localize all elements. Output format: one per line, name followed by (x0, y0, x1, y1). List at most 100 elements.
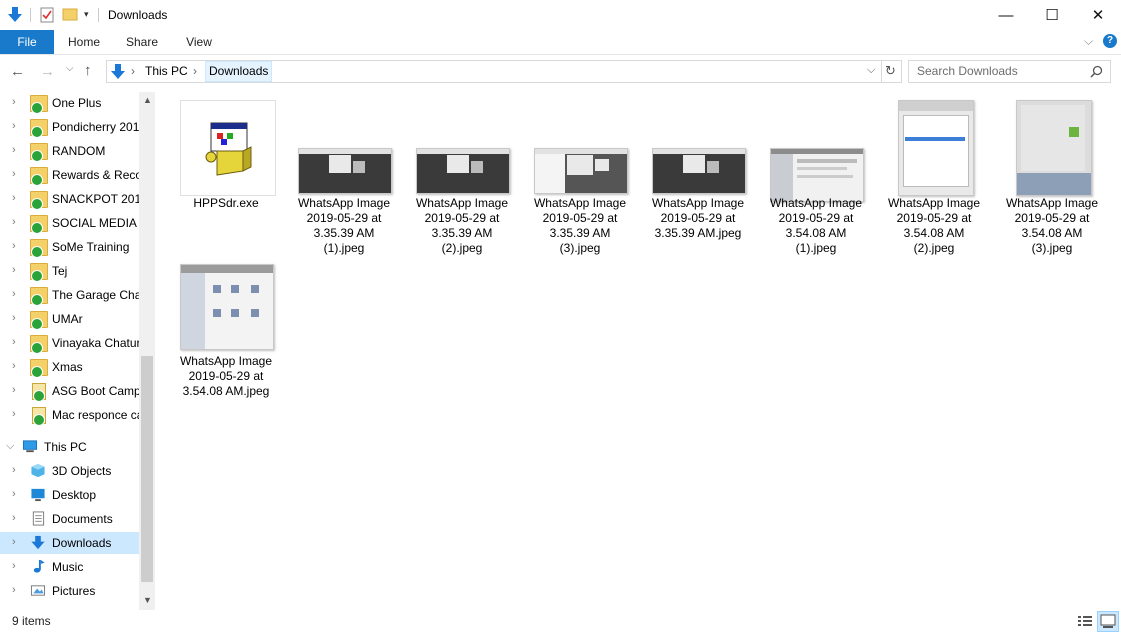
item-count: 9 items (12, 614, 51, 628)
nav-item-label: RANDOM (52, 144, 106, 158)
navigation-scrollbar[interactable]: ▲ ▼ (139, 92, 155, 610)
nav-item[interactable]: › Mac responce call (0, 404, 140, 426)
file-name-line: WhatsApp Image (415, 196, 509, 210)
breadcrumb-this-pc[interactable]: This PC (145, 64, 188, 78)
address-dropdown-icon[interactable]: ⌵ (867, 64, 875, 77)
file-item[interactable]: WhatsApp Image 2019-05-29 at 3.54.08 AM (1)… (766, 100, 866, 255)
scrollbar-thumb[interactable] (141, 356, 153, 582)
nav-item[interactable]: › Xmas (0, 356, 139, 378)
expand-ribbon-icon[interactable]: ⌵ (1084, 34, 1093, 49)
customize-quick-access-icon[interactable]: ▾ (84, 9, 89, 20)
scroll-down-icon[interactable]: ▼ (143, 595, 152, 605)
expand-chevron-icon[interactable]: › (12, 536, 16, 548)
tab-share[interactable]: Share (118, 30, 166, 54)
up-arrow-icon[interactable]: ↑ (84, 62, 92, 79)
expand-chevron-icon[interactable]: › (12, 360, 16, 372)
nav-item[interactable]: › One Plus (0, 92, 139, 114)
file-item[interactable]: WhatsApp Image 2019-05-29 at 3.54.08 AM (2)… (884, 100, 984, 255)
expand-chevron-icon[interactable]: › (12, 288, 16, 300)
expand-chevron-icon[interactable]: › (12, 144, 16, 156)
nav-item-label: Pictures (52, 584, 96, 598)
tab-home[interactable]: Home (62, 30, 106, 54)
file-list[interactable]: HPPSdr.exe WhatsApp Image 2019-05-29 at 3.3… (160, 92, 1121, 610)
expand-chevron-icon[interactable]: › (12, 408, 16, 420)
nav-item[interactable]: › RANDOM (0, 140, 139, 162)
collapse-chevron-icon[interactable]: ⌵ (6, 440, 14, 453)
nav-item[interactable]: › UMAr (0, 308, 139, 330)
file-item[interactable]: WhatsApp Image 2019-05-29 at 3.35.39 AM (1)… (294, 100, 394, 255)
nav-item[interactable]: › SNACKPOT 2018 (0, 188, 140, 210)
expand-chevron-icon[interactable]: › (12, 560, 16, 572)
nav-item-this-pc[interactable]: ⌵ This PC (0, 436, 139, 458)
desktop-icon (31, 488, 45, 502)
file-name-line: 3.54.08 AM (1021, 226, 1083, 240)
nav-item[interactable]: › The Garage Challenge (0, 284, 140, 306)
expand-chevron-icon[interactable]: › (12, 168, 16, 180)
nav-item-music[interactable]: › Music (0, 556, 139, 578)
forward-arrow-icon[interactable]: → (40, 63, 55, 80)
expand-chevron-icon[interactable]: › (12, 488, 16, 500)
expand-chevron-icon[interactable]: › (12, 240, 16, 252)
back-arrow-icon[interactable]: ← (10, 63, 25, 80)
nav-item[interactable]: › Pondicherry 2018 (0, 116, 140, 138)
scroll-up-icon[interactable]: ▲ (143, 95, 152, 105)
recent-locations-chevron-icon[interactable]: ⌵ (66, 63, 74, 74)
new-folder-icon[interactable] (62, 7, 78, 21)
nav-item[interactable]: › SoMe Training (0, 236, 139, 258)
help-icon[interactable]: ? (1103, 34, 1117, 48)
close-button[interactable]: ✕ (1075, 0, 1121, 30)
search-box[interactable]: Search Downloads (908, 60, 1111, 83)
expand-chevron-icon[interactable]: › (12, 584, 16, 596)
expand-chevron-icon[interactable]: › (12, 120, 16, 132)
expand-chevron-icon[interactable]: › (12, 512, 16, 524)
refresh-icon[interactable]: ↻ (885, 63, 896, 79)
nav-item[interactable]: › Rewards & Recognition (0, 164, 140, 186)
tab-file[interactable]: File (0, 30, 54, 54)
sync-check-icon (31, 126, 43, 138)
expand-chevron-icon[interactable]: › (12, 216, 16, 228)
expand-chevron-icon[interactable]: › (12, 384, 16, 396)
maximize-button[interactable]: ☐ (1029, 0, 1075, 30)
tab-view[interactable]: View (178, 30, 220, 54)
file-item[interactable]: WhatsApp Image 2019-05-29 at 3.54.08 AM.jp… (176, 264, 276, 414)
details-view-icon[interactable] (1077, 614, 1093, 628)
downloads-arrow-icon (111, 64, 125, 79)
file-name-line: (2).jpeg (913, 241, 955, 255)
nav-item-desktop[interactable]: › Desktop (0, 484, 139, 506)
file-item[interactable]: WhatsApp Image 2019-05-29 at 3.35.39 AM (2)… (412, 100, 512, 255)
search-icon[interactable] (1090, 65, 1103, 78)
address-bar[interactable]: › This PC › Downloads ⌵ ↻ (106, 60, 902, 83)
nav-item[interactable]: › SOCIAL MEDIA (0, 212, 139, 234)
breadcrumb-downloads[interactable]: Downloads (205, 61, 273, 82)
nav-item-downloads[interactable]: › Downloads (0, 532, 139, 554)
properties-icon[interactable] (40, 7, 54, 23)
breadcrumb-separator[interactable]: › (193, 64, 197, 78)
expand-chevron-icon[interactable]: › (12, 96, 16, 108)
file-item[interactable]: WhatsApp Image 2019-05-29 at 3.35.39 AM.jp… (648, 100, 748, 250)
nav-item[interactable]: › Vinayaka Chaturthi (0, 332, 140, 354)
sync-check-icon (31, 366, 43, 378)
documents-icon (32, 511, 45, 526)
expand-chevron-icon[interactable]: › (12, 336, 16, 348)
file-name-line: WhatsApp Image (533, 196, 627, 210)
breadcrumb-separator[interactable]: › (131, 64, 135, 78)
nav-item[interactable]: › ASG Boot Camp (0, 380, 140, 402)
nav-item-3d-objects[interactable]: › 3D Objects (0, 460, 139, 482)
minimize-button[interactable]: — (983, 0, 1029, 30)
large-icons-view-icon (1100, 614, 1116, 628)
expand-chevron-icon[interactable]: › (12, 264, 16, 276)
file-item[interactable]: WhatsApp Image 2019-05-29 at 3.35.39 AM (3)… (530, 100, 630, 255)
nav-item-pictures[interactable]: › Pictures (0, 580, 139, 602)
file-item[interactable]: WhatsApp Image 2019-05-29 at 3.54.08 AM (3)… (1002, 100, 1102, 255)
separator (881, 61, 882, 82)
file-item[interactable]: HPPSdr.exe (176, 100, 276, 250)
sync-check-icon (31, 318, 43, 330)
nav-item[interactable]: › Tej (0, 260, 139, 282)
nav-item-documents[interactable]: › Documents (0, 508, 139, 530)
expand-chevron-icon[interactable]: › (12, 192, 16, 204)
synced-folder-icon (30, 215, 48, 234)
large-icons-view-button[interactable] (1097, 611, 1119, 632)
expand-chevron-icon[interactable]: › (12, 312, 16, 324)
expand-chevron-icon[interactable]: › (12, 464, 16, 476)
search-input[interactable]: Search Downloads (917, 64, 1018, 78)
